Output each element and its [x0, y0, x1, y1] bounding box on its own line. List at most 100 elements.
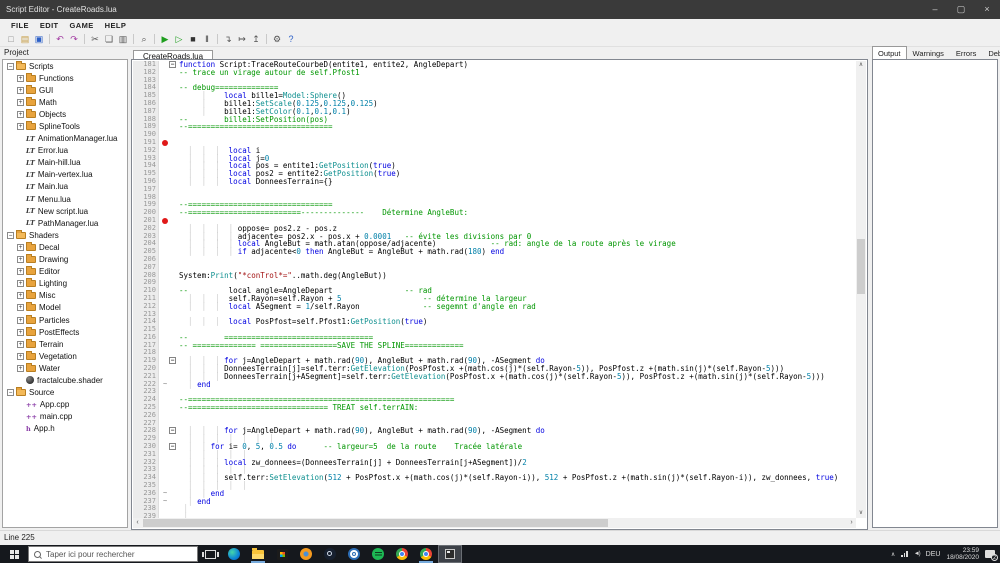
- tree-item[interactable]: + Functions: [3, 72, 127, 84]
- expand-icon[interactable]: +: [17, 123, 24, 131]
- run-debug-icon[interactable]: ▷: [172, 33, 186, 46]
- gutter-markers[interactable]: −: [159, 427, 179, 435]
- file-explorer-button[interactable]: [246, 545, 270, 563]
- clock[interactable]: 23:59 18/08/2020: [946, 547, 979, 561]
- notification-center-icon[interactable]: 2: [985, 550, 998, 561]
- gutter-markers[interactable]: [159, 123, 179, 131]
- script-editor-app-button[interactable]: [438, 545, 462, 563]
- scroll-left-arrow-icon[interactable]: ‹: [133, 518, 142, 528]
- project-tree[interactable]: − Scripts + Functions + GUI + Math + Objects + Spli…: [2, 59, 128, 528]
- tree-item[interactable]: LT Error.lua: [3, 145, 127, 157]
- gutter-markers[interactable]: [159, 108, 179, 116]
- tree-item[interactable]: LT AnimationManager.lua: [3, 133, 127, 145]
- steam-button[interactable]: [318, 545, 342, 563]
- edge-button[interactable]: [222, 545, 246, 563]
- paste-icon[interactable]: ▥: [116, 33, 130, 46]
- menu-item-help[interactable]: HELP: [105, 19, 127, 32]
- microsoft-store-button[interactable]: [270, 545, 294, 563]
- hidden-icons-chevron-icon[interactable]: ∧: [891, 551, 895, 558]
- task-view-button[interactable]: [198, 545, 222, 563]
- output-tab-errors[interactable]: Errors: [950, 46, 982, 59]
- gutter-markers[interactable]: [159, 170, 179, 178]
- orange-app-button[interactable]: [294, 545, 318, 563]
- pause-icon[interactable]: ‖: [200, 33, 214, 46]
- expand-icon[interactable]: +: [17, 74, 24, 82]
- gutter-markers[interactable]: [159, 466, 179, 474]
- step-into-icon[interactable]: ↴: [221, 33, 235, 46]
- tree-item[interactable]: + Lighting: [3, 278, 127, 290]
- tree-item[interactable]: − Shaders: [3, 229, 127, 241]
- gutter-markers[interactable]: ~: [159, 497, 179, 506]
- tree-item[interactable]: LT PathManager.lua: [3, 217, 127, 229]
- gutter-markers[interactable]: [159, 194, 179, 202]
- scroll-up-arrow-icon[interactable]: ∧: [856, 61, 866, 70]
- gutter-markers[interactable]: [159, 225, 179, 233]
- gutter-markers[interactable]: [159, 131, 179, 139]
- vertical-scroll-thumb[interactable]: [857, 239, 865, 294]
- options-icon[interactable]: ⚙: [270, 33, 284, 46]
- gutter-markers[interactable]: [159, 279, 179, 287]
- gutter-markers[interactable]: [159, 365, 179, 373]
- gutter-markers[interactable]: [159, 116, 179, 124]
- gutter-markers[interactable]: [159, 201, 179, 209]
- tree-item[interactable]: + Objects: [3, 108, 127, 120]
- tree-item[interactable]: + Particles: [3, 314, 127, 326]
- gutter-markers[interactable]: [159, 84, 179, 92]
- tree-item[interactable]: + PostEffects: [3, 326, 127, 338]
- horizontal-scroll-thumb[interactable]: [143, 519, 608, 527]
- tree-item[interactable]: h App.h: [3, 423, 127, 435]
- gutter-markers[interactable]: [159, 77, 179, 85]
- gutter-markers[interactable]: [159, 435, 179, 443]
- maximize-button[interactable]: ▢: [948, 0, 974, 19]
- tree-item[interactable]: ++ App.cpp: [3, 399, 127, 411]
- tree-item[interactable]: + Terrain: [3, 338, 127, 350]
- save-icon[interactable]: ▣: [32, 33, 46, 46]
- gutter-markers[interactable]: [159, 295, 179, 303]
- tree-item[interactable]: + Misc: [3, 290, 127, 302]
- expand-icon[interactable]: +: [17, 340, 24, 348]
- blue-rings-app-button[interactable]: [342, 545, 366, 563]
- tree-item[interactable]: + Vegetation: [3, 350, 127, 362]
- expand-icon[interactable]: +: [17, 316, 24, 324]
- gutter-markers[interactable]: ~: [159, 380, 179, 389]
- gutter-markers[interactable]: [159, 451, 179, 459]
- expand-icon[interactable]: +: [17, 98, 24, 106]
- tree-item[interactable]: + Drawing: [3, 254, 127, 266]
- expand-icon[interactable]: +: [17, 304, 24, 312]
- gutter-markers[interactable]: [159, 272, 179, 280]
- gutter-markers[interactable]: −: [159, 443, 179, 451]
- expand-icon[interactable]: +: [17, 110, 24, 118]
- gutter-markers[interactable]: [159, 178, 179, 186]
- volume-icon[interactable]: ◄): [914, 551, 921, 557]
- gutter-markers[interactable]: [159, 92, 179, 100]
- output-tab-warnings[interactable]: Warnings: [907, 46, 950, 59]
- gutter-markers[interactable]: [159, 287, 179, 295]
- collapse-icon[interactable]: −: [7, 62, 14, 70]
- menu-item-game[interactable]: GAME: [70, 19, 94, 32]
- run-icon[interactable]: ▶: [158, 33, 172, 46]
- expand-icon[interactable]: +: [17, 280, 24, 288]
- breakpoint-icon[interactable]: [162, 139, 168, 146]
- spotify-button[interactable]: [366, 545, 390, 563]
- tree-item[interactable]: LT Main.lua: [3, 181, 127, 193]
- gutter-markers[interactable]: [159, 186, 179, 194]
- close-button[interactable]: ×: [974, 0, 1000, 19]
- gutter-markers[interactable]: −: [159, 61, 179, 69]
- gutter-markers[interactable]: [159, 311, 179, 319]
- fold-collapse-icon[interactable]: −: [169, 61, 176, 68]
- tree-item[interactable]: + Water: [3, 362, 127, 374]
- tree-item[interactable]: fractalcube.shader: [3, 374, 127, 386]
- fold-collapse-icon[interactable]: −: [169, 427, 176, 435]
- collapse-icon[interactable]: −: [7, 231, 14, 239]
- taskbar-search-input[interactable]: Taper ici pour rechercher: [28, 546, 198, 562]
- tree-item[interactable]: − Source: [3, 387, 127, 399]
- chrome-button[interactable]: [390, 545, 414, 563]
- help-icon[interactable]: ?: [284, 33, 298, 46]
- gutter-markers[interactable]: [159, 396, 179, 404]
- scroll-right-arrow-icon[interactable]: ›: [847, 518, 856, 528]
- gutter-markers[interactable]: [159, 217, 179, 225]
- output-content[interactable]: [872, 59, 998, 528]
- tree-item[interactable]: + SplineTools: [3, 120, 127, 132]
- chrome-2-button[interactable]: [414, 545, 438, 563]
- tree-item[interactable]: ++ main.cpp: [3, 411, 127, 423]
